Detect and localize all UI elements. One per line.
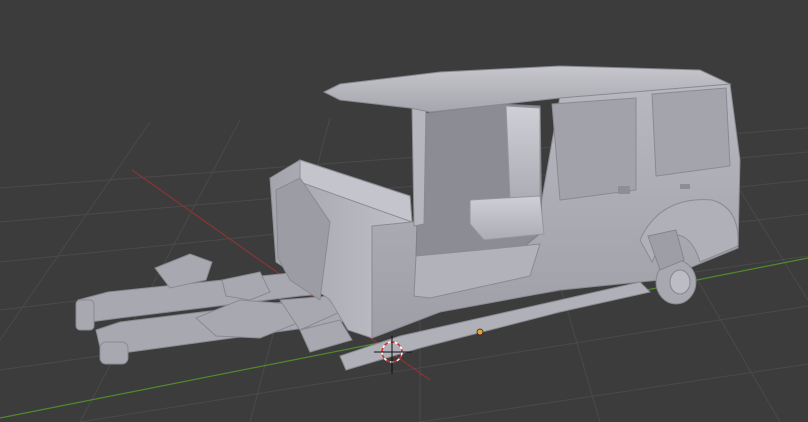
3d-viewport[interactable]: [0, 0, 808, 422]
object-origin-icon[interactable]: [476, 328, 484, 336]
a-pillar[interactable]: [411, 105, 427, 227]
door-handle: [618, 186, 630, 194]
side-marker: [680, 184, 690, 189]
viewport-canvas[interactable]: [0, 0, 808, 422]
